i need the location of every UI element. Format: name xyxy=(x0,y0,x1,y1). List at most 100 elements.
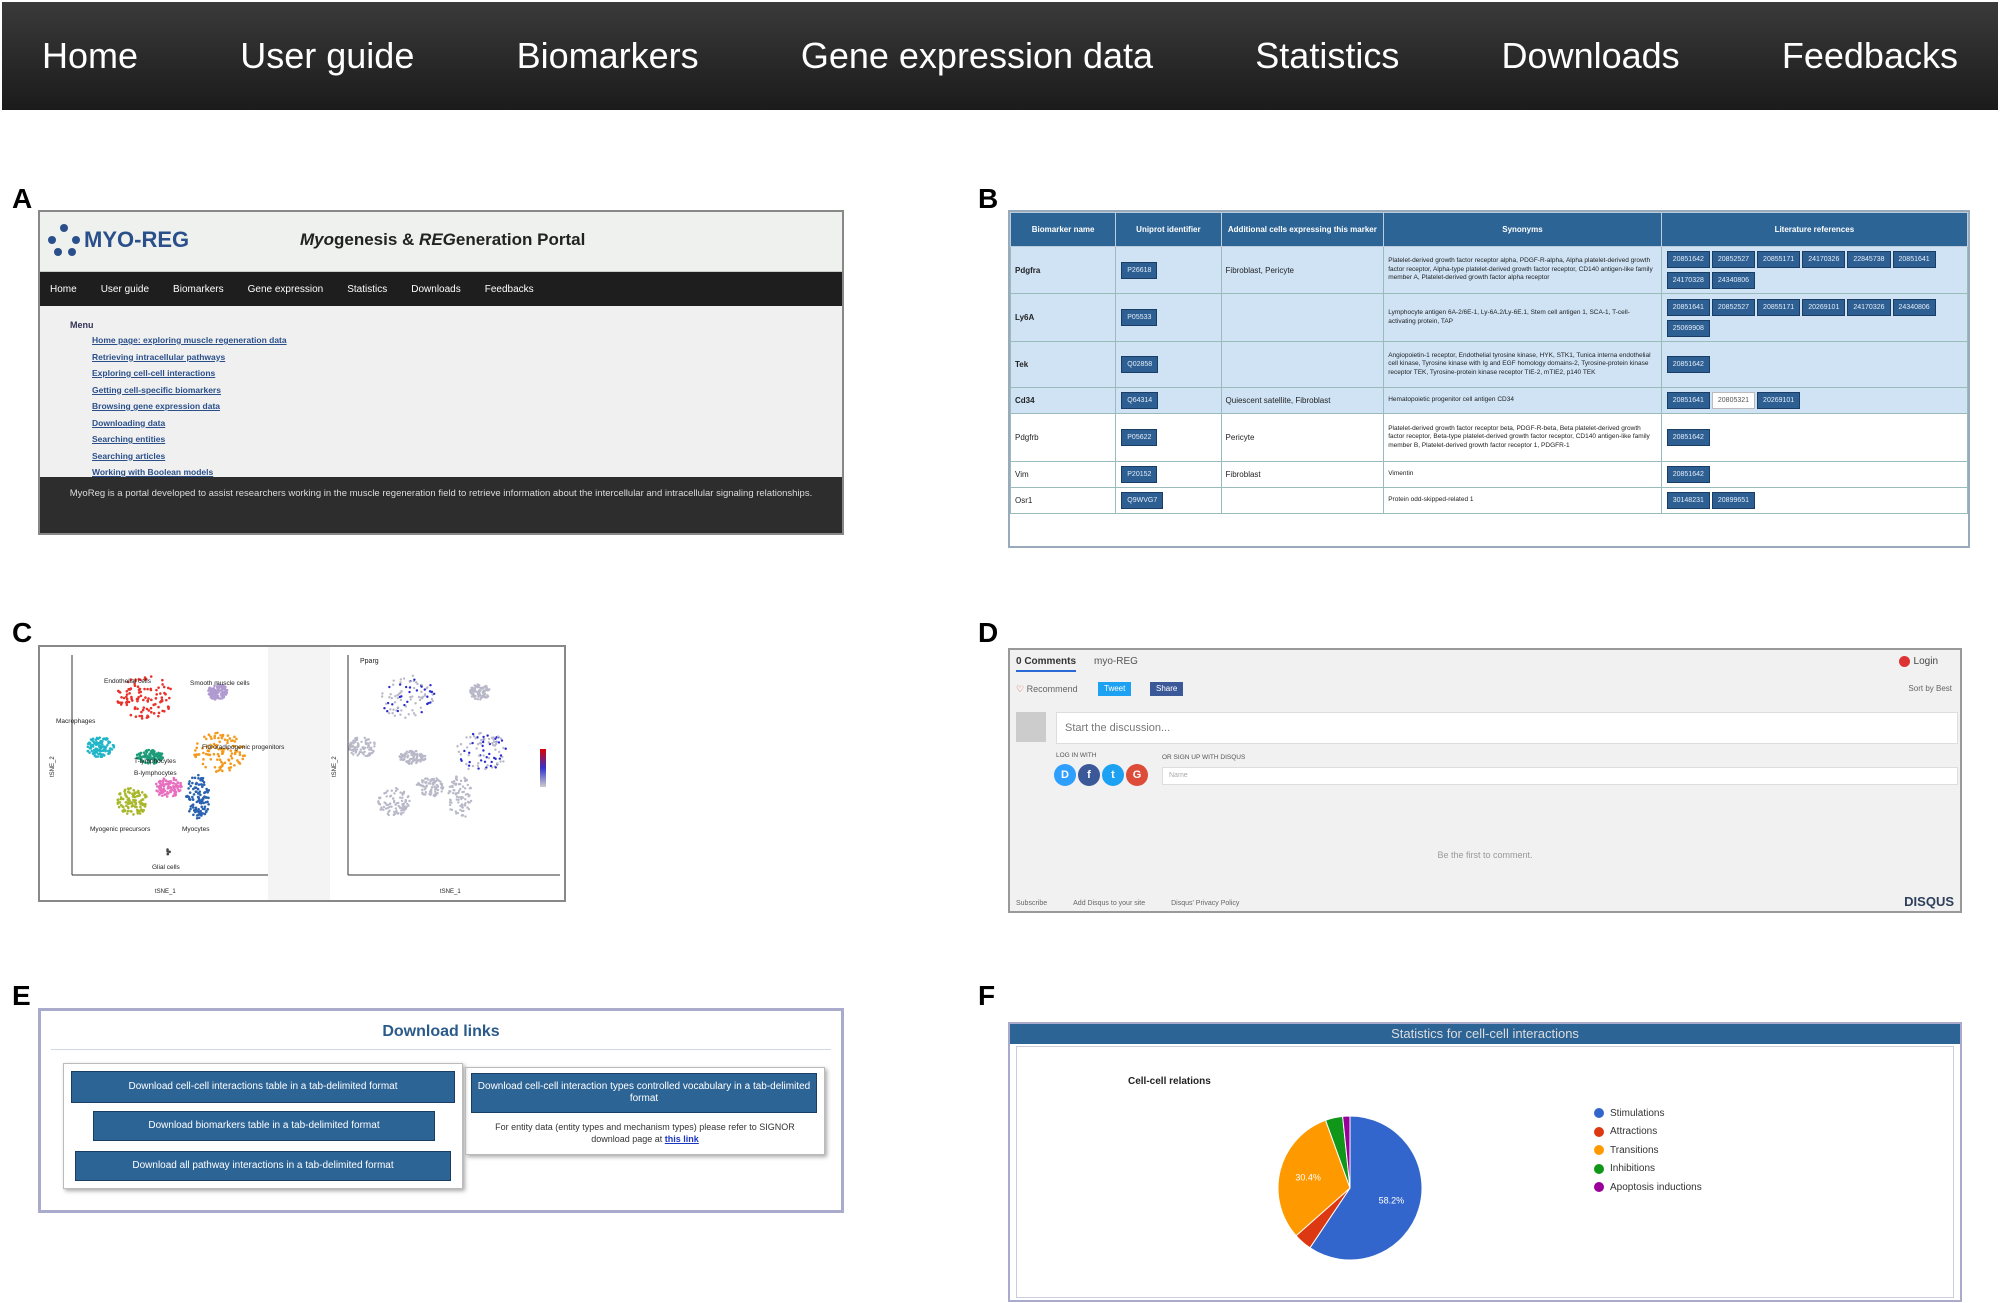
tweet-button[interactable]: Tweet xyxy=(1098,682,1132,696)
reference-link[interactable]: 24170326 xyxy=(1802,251,1846,268)
sort-dropdown[interactable]: Sort by Best xyxy=(1908,684,1952,693)
reference-link[interactable]: 20899651 xyxy=(1711,492,1756,509)
disqus-icon[interactable]: D xyxy=(1054,764,1076,786)
menu-link[interactable]: Exploring cell-cell interactions xyxy=(92,368,842,378)
tab-community[interactable]: myo-REG xyxy=(1094,656,1138,667)
uniprot-cell: Q02858 xyxy=(1115,341,1222,388)
nav-statistics[interactable]: Statistics xyxy=(1255,35,1399,77)
cell-point xyxy=(235,737,238,741)
reference-link[interactable]: 20852527 xyxy=(1711,298,1756,316)
expression-point xyxy=(496,762,499,765)
menu-link[interactable]: Retrieving intracellular pathways xyxy=(92,352,842,362)
subscribe-link[interactable]: Subscribe xyxy=(1016,900,1047,907)
subnav-feedbacks[interactable]: Feedbacks xyxy=(485,284,534,295)
nav-gene-expression[interactable]: Gene expression data xyxy=(801,35,1153,77)
nav-biomarkers[interactable]: Biomarkers xyxy=(517,35,699,77)
subnav-home[interactable]: Home xyxy=(50,284,77,295)
uniprot-link[interactable]: Q02858 xyxy=(1121,356,1159,373)
reference-link[interactable]: 20851641 xyxy=(1666,392,1710,409)
reference-link[interactable]: 20851641 xyxy=(1666,298,1710,316)
recommend-button[interactable]: ♡ Recommend xyxy=(1016,684,1078,695)
reference-link[interactable]: 20269101 xyxy=(1802,298,1846,316)
uniprot-link[interactable]: P20152 xyxy=(1121,466,1158,483)
download-cell-cell-button[interactable]: Download cell-cell interactions table in… xyxy=(71,1071,455,1103)
uniprot-link[interactable]: P05622 xyxy=(1121,429,1158,446)
menu-link[interactable]: Working with Boolean models xyxy=(92,467,842,477)
legend-item[interactable]: Transitions xyxy=(1594,1141,1702,1160)
twitter-icon[interactable]: t xyxy=(1102,764,1124,786)
myo-reg-logo[interactable]: MYO-REG xyxy=(48,224,189,256)
reference-link[interactable]: 20851642 xyxy=(1666,251,1710,268)
uniprot-link[interactable]: Q64314 xyxy=(1121,392,1159,409)
reference-link[interactable]: 25069908 xyxy=(1666,319,1710,337)
menu-link[interactable]: Downloading data xyxy=(92,418,842,428)
tab-comments[interactable]: 0 Comments xyxy=(1016,656,1077,672)
nav-user-guide[interactable]: User guide xyxy=(240,35,414,77)
comment-input[interactable]: Start the discussion... xyxy=(1056,712,1958,744)
reference-link[interactable]: 20851641 xyxy=(1892,251,1936,268)
legend-item[interactable]: Stimulations xyxy=(1594,1104,1702,1123)
download-biomarkers-button[interactable]: Download biomarkers table in a tab-delim… xyxy=(93,1111,435,1141)
reference-link[interactable]: 24340806 xyxy=(1892,298,1936,316)
reference-link[interactable]: 20855171 xyxy=(1757,251,1801,268)
reference-link[interactable]: 20851642 xyxy=(1666,429,1710,446)
reference-link[interactable]: 24170326 xyxy=(1847,298,1891,316)
uniprot-link[interactable]: Q9WVG7 xyxy=(1121,492,1164,509)
reference-link[interactable]: 20805321 xyxy=(1711,392,1756,409)
cell-point xyxy=(160,696,164,699)
reference-link[interactable]: 20855171 xyxy=(1757,298,1801,316)
google-icon[interactable]: G xyxy=(1126,764,1148,786)
legend-item[interactable]: Attractions xyxy=(1594,1123,1702,1142)
uniprot-link[interactable]: P05533 xyxy=(1121,309,1158,326)
add-disqus-link[interactable]: Add Disqus to your site xyxy=(1073,900,1145,907)
reference-link[interactable]: 30148231 xyxy=(1666,492,1710,509)
reference-link[interactable]: 20851642 xyxy=(1666,466,1710,483)
expression-point xyxy=(430,697,434,701)
download-pathways-button[interactable]: Download all pathway interactions in a t… xyxy=(75,1151,451,1181)
download-vocabulary-button[interactable]: Download cell-cell interaction types con… xyxy=(471,1073,817,1113)
cell-point xyxy=(230,757,234,760)
subnav-biomarkers[interactable]: Biomarkers xyxy=(173,284,224,295)
legend-item[interactable]: Inhibitions xyxy=(1594,1160,1702,1179)
signor-link[interactable]: this link xyxy=(665,1134,699,1144)
cell-point xyxy=(140,710,143,714)
slice-label: 30.4% xyxy=(1295,1172,1321,1182)
menu-link[interactable]: Getting cell-specific biomarkers xyxy=(92,385,842,395)
subnav-gene-expression[interactable]: Gene expression xyxy=(248,284,324,295)
reference-link[interactable]: 24340806 xyxy=(1711,272,1756,289)
cell-point xyxy=(124,793,127,797)
disqus-logo[interactable]: DISQUS xyxy=(1904,894,1954,909)
share-button[interactable]: Share xyxy=(1150,682,1184,696)
menu-link[interactable]: Home page: exploring muscle regeneration… xyxy=(92,335,842,345)
subnav-downloads[interactable]: Downloads xyxy=(411,284,460,295)
reference-link[interactable]: 24170328 xyxy=(1666,272,1710,289)
menu-link[interactable]: Searching entities xyxy=(92,434,842,444)
cluster-label: T-lymphocytes xyxy=(134,758,177,765)
cell-point xyxy=(133,707,137,711)
menu-link[interactable]: Searching articles xyxy=(92,451,842,461)
subnav-statistics[interactable]: Statistics xyxy=(347,284,387,295)
nav-feedbacks[interactable]: Feedbacks xyxy=(1782,35,1958,77)
expression-point xyxy=(463,787,467,790)
name-field[interactable]: Name xyxy=(1162,767,1958,785)
subnav-user-guide[interactable]: User guide xyxy=(101,284,149,295)
facebook-icon[interactable]: f xyxy=(1078,764,1100,786)
login-button[interactable]: Login xyxy=(1898,656,1938,667)
cell-point xyxy=(160,698,164,702)
reference-link[interactable]: 20269101 xyxy=(1757,392,1801,409)
reference-link[interactable]: 22845738 xyxy=(1847,251,1891,268)
nav-home[interactable]: Home xyxy=(42,35,138,77)
molecule-icon xyxy=(48,224,80,256)
expression-point xyxy=(423,754,427,758)
uniprot-link[interactable]: P26618 xyxy=(1121,261,1158,279)
legend-dot xyxy=(1594,1163,1604,1174)
reference-link[interactable]: 20851642 xyxy=(1666,356,1710,373)
expression-point xyxy=(396,709,400,713)
legend-item[interactable]: Apoptosis inductions xyxy=(1594,1178,1702,1197)
menu-link[interactable]: Browsing gene expression data xyxy=(92,401,842,411)
privacy-link[interactable]: Disqus' Privacy Policy xyxy=(1171,900,1239,907)
expression-point xyxy=(492,738,495,741)
reference-link[interactable]: 20852527 xyxy=(1711,251,1756,268)
biomarker-name: Pdgfra xyxy=(1010,246,1117,294)
nav-downloads[interactable]: Downloads xyxy=(1502,35,1680,77)
